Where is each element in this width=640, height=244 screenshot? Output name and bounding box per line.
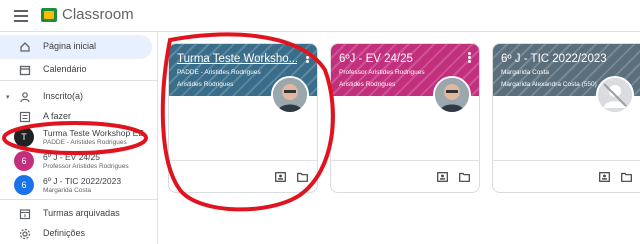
card-subtitle: Professor Aristides Rodrigues (339, 69, 425, 76)
class-subtitle: PADDE - Aristides Rodrigues (43, 139, 127, 146)
class-name: 6º J - EV 24/25 (43, 152, 100, 162)
divider (0, 80, 158, 81)
hamburger-menu-icon[interactable] (14, 10, 28, 22)
card-footer (169, 160, 317, 192)
class-subtitle: Professor Aristides Rodrigues (43, 163, 129, 170)
card-title[interactable]: 6ºJ - EV 24/25 (339, 53, 459, 65)
sidebar-class-item[interactable]: 6 6º J - TIC 2022/2023 Margarida Costa (0, 173, 152, 199)
class-card[interactable]: Turma Teste Worksho... PADDE - Aristides… (168, 43, 318, 193)
sidebar-item-label: Inscrito(a) (43, 91, 84, 101)
folder-icon[interactable] (297, 172, 308, 182)
class-card[interactable]: 6º J - TIC 2022/2023 Margarida Costa Mar… (492, 43, 640, 193)
home-icon (19, 41, 31, 53)
divider (0, 199, 158, 200)
default-avatar-icon (596, 76, 634, 114)
sidebar-item-home[interactable]: Página inicial (0, 35, 152, 59)
classroom-logo (41, 8, 57, 22)
card-footer (331, 160, 479, 192)
sidebar-item-label: A fazer (43, 111, 72, 121)
class-avatar: 6 (14, 151, 34, 171)
class-avatar: T (14, 127, 34, 147)
todo-icon (19, 111, 31, 123)
assignments-icon[interactable] (275, 172, 286, 182)
gear-icon (19, 228, 31, 240)
teacher-avatar (271, 76, 309, 114)
card-title[interactable]: Turma Teste Worksho... (177, 53, 297, 65)
people-icon (19, 91, 31, 103)
sidebar-item-label: Calendário (43, 64, 87, 74)
class-name: 6º J - TIC 2022/2023 (43, 176, 122, 186)
sidebar-item-settings[interactable]: Definições (0, 222, 152, 244)
card-teacher: Margarida Alexandra Costa (550) (501, 81, 597, 88)
class-avatar: 6 (14, 175, 34, 195)
folder-icon[interactable] (459, 172, 470, 182)
card-teacher: Aristides Rodrigues (177, 81, 234, 88)
sidebar-item-label: Turmas arquivadas (43, 208, 120, 218)
card-subtitle: PADDE - Aristides Rodrigues (177, 69, 261, 76)
sidebar-item-label: Definições (43, 228, 86, 238)
caret-down-icon: ▾ (6, 94, 10, 101)
card-subtitle: Margarida Costa (501, 69, 550, 76)
card-footer (493, 160, 640, 192)
more-options-icon[interactable] (306, 52, 310, 64)
class-name: Turma Teste Workshop EE (43, 128, 144, 138)
sidebar-class-item[interactable]: 6 6º J - EV 24/25 Professor Aristides Ro… (0, 149, 152, 175)
sidebar: Página inicial Calendário ▾ Inscrito(a) … (0, 32, 158, 244)
assignments-icon[interactable] (437, 172, 448, 182)
archive-icon (19, 208, 31, 220)
sidebar-item-calendar[interactable]: Calendário (0, 58, 152, 82)
sidebar-class-item[interactable]: T Turma Teste Workshop EE PADDE - Aristi… (0, 125, 152, 151)
assignments-icon[interactable] (599, 172, 610, 182)
calendar-icon (19, 64, 31, 76)
card-title[interactable]: 6º J - TIC 2022/2023 (501, 53, 621, 65)
card-teacher: Aristides Rodrigues (339, 81, 396, 88)
more-options-icon[interactable] (468, 52, 472, 64)
class-card[interactable]: 6ºJ - EV 24/25 Professor Aristides Rodri… (330, 43, 480, 193)
top-bar: Classroom (0, 0, 640, 32)
teacher-avatar (433, 76, 471, 114)
app-title[interactable]: Classroom (62, 6, 134, 23)
sidebar-item-label: Página inicial (43, 41, 97, 51)
folder-icon[interactable] (621, 172, 632, 182)
class-subtitle: Margarida Costa (43, 187, 92, 194)
